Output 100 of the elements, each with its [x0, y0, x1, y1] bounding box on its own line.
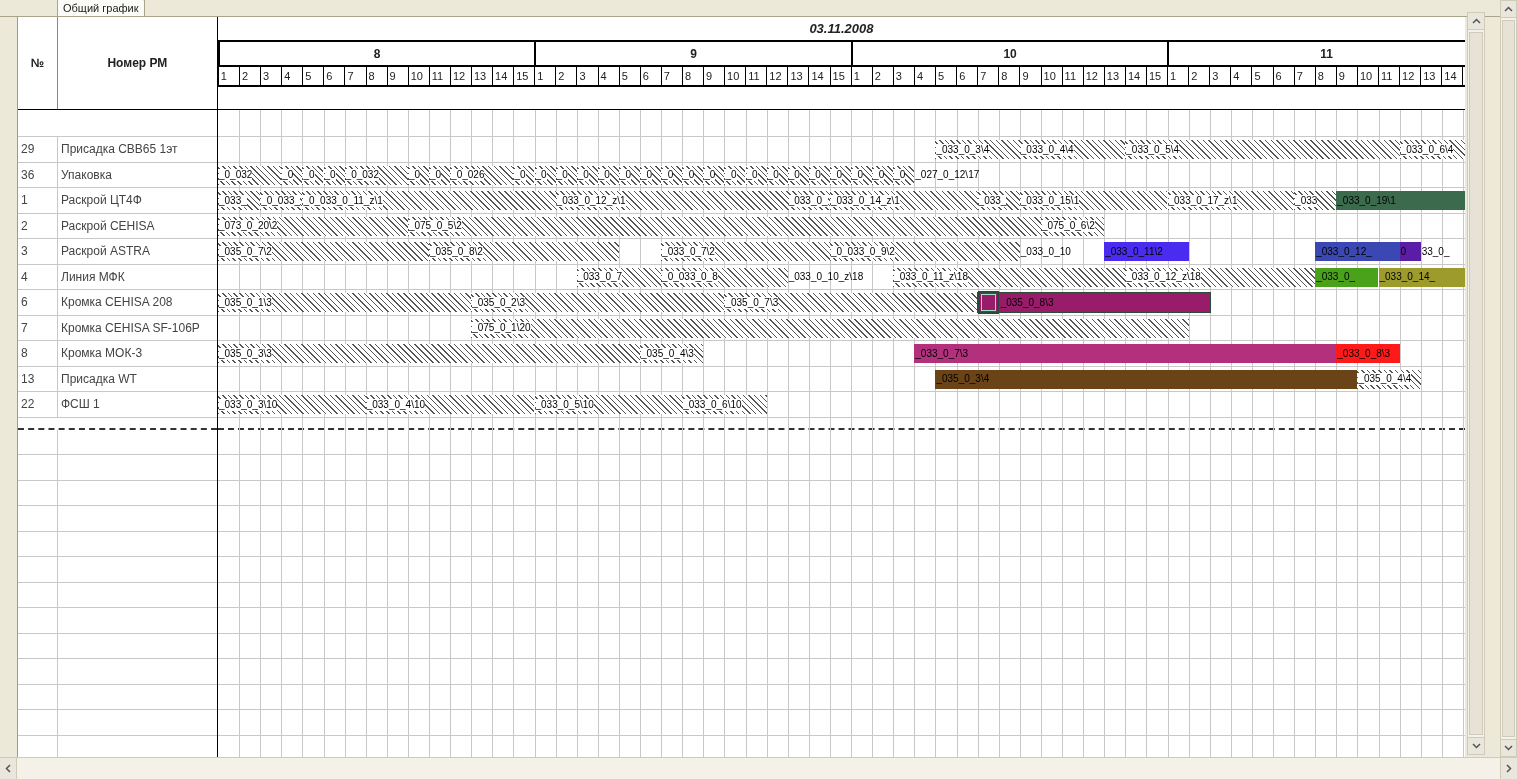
hatched-task-bar[interactable]: _0 [724, 165, 746, 185]
hatched-task-bar[interactable]: _0 [851, 165, 873, 185]
hatched-task-bar[interactable]: _0 [618, 165, 640, 185]
scroll-right-button[interactable] [1500, 758, 1517, 779]
hatched-task-bar[interactable]: _0 [534, 165, 556, 185]
slot-header: 13 [790, 70, 803, 82]
scroll-down-button[interactable] [1501, 739, 1516, 756]
row-number: 4 [21, 268, 28, 286]
horizontal-scrollbar[interactable] [0, 757, 1517, 779]
scroll-down-button[interactable] [1468, 737, 1484, 754]
row-number: 36 [21, 166, 35, 184]
hatched-task-bar[interactable]: _0_033_ [260, 191, 303, 210]
hatched-task-bar[interactable]: _033_0_5\10 [534, 395, 683, 414]
hatched-task-bar[interactable]: _033_0_7\2 [661, 242, 830, 261]
hatched-task-bar[interactable]: _033_0_14_z\1 [829, 191, 978, 210]
hatched-task-bar[interactable]: _0 [281, 165, 303, 185]
hatched-task-bar[interactable]: _0 [661, 165, 683, 185]
hatched-task-bar[interactable]: _0 [640, 165, 662, 185]
hatched-task-bar[interactable]: _033_0_12_z\18 [1125, 267, 1316, 287]
task-bar[interactable]: _033_0_ [1315, 267, 1379, 287]
hatched-task-bar[interactable]: _0_026 [450, 165, 514, 185]
task-label[interactable]: _027_0_12\17 [914, 165, 999, 185]
hatched-task-bar[interactable]: _035_0_7\2 [218, 242, 429, 261]
hatched-task-bar[interactable]: _035_0_4\4 [1357, 369, 1421, 389]
hatched-task-bar[interactable]: _0 [555, 165, 577, 185]
hatched-task-bar[interactable]: _035_0_1\3 [218, 293, 472, 312]
hatched-task-bar[interactable]: _0 [872, 165, 894, 185]
slot-header: 9 [706, 70, 713, 82]
slot-header: 1 [853, 70, 860, 82]
hatched-task-bar[interactable]: _033_0_3\4 [935, 140, 1020, 159]
hatched-task-bar[interactable]: _033_0_6\4 [1399, 140, 1465, 159]
hatched-task-bar[interactable]: _0 [597, 165, 619, 185]
hatched-task-bar[interactable]: _0 [407, 165, 429, 185]
hatched-task-bar[interactable]: _033_0_12_z\1 [555, 191, 788, 210]
hatched-task-bar[interactable]: _0 [682, 165, 704, 185]
task-bar[interactable]: _033_0_7\3 [914, 344, 1337, 363]
vertical-scrollbar[interactable] [1500, 0, 1517, 757]
task-bar[interactable]: _033_0_14_ [1378, 267, 1465, 287]
hatched-task-bar[interactable]: _033_0_6\10 [682, 395, 767, 414]
slot-header: 8 [368, 70, 375, 82]
hatched-task-bar[interactable]: _033_ [218, 191, 261, 210]
task-label[interactable]: _033_0_10_z\18 [787, 267, 894, 287]
hatched-task-bar[interactable]: _033 [1294, 191, 1337, 210]
slot-header: 9 [389, 70, 396, 82]
hatched-task-bar[interactable]: _0_033_0_11_z\1 [302, 191, 556, 210]
scrollbar-thumb[interactable] [1502, 20, 1515, 737]
hatched-task-bar[interactable]: _075_0_1\20 [471, 318, 1189, 338]
slot-header: 15 [1149, 70, 1162, 82]
workstation-name: ФСШ 1 [61, 396, 100, 414]
hatched-task-bar[interactable]: _0 [323, 165, 345, 185]
task-bar[interactable]: _033_0_8\3 [1336, 344, 1400, 363]
hatched-task-bar[interactable]: _033_0_ [787, 191, 830, 210]
hatched-task-bar[interactable]: _033_0_7 [576, 267, 662, 287]
hatched-task-bar[interactable]: _0 [302, 165, 324, 185]
hatched-task-bar[interactable]: _0_033_0_8 [661, 267, 788, 287]
slot-header: 11 [1381, 70, 1393, 82]
hatched-task-bar[interactable]: _033_0_3\10 [218, 395, 366, 414]
hatched-task-bar[interactable]: _0_032 [218, 165, 282, 185]
scrollbar-thumb[interactable] [1469, 32, 1483, 735]
hatched-task-bar[interactable]: _035_0_8\2 [429, 242, 619, 261]
hour-header: 8 [217, 42, 535, 65]
hatched-task-bar[interactable]: _0 [766, 165, 788, 185]
hatched-task-bar[interactable]: _033_0_4\4 [1019, 140, 1126, 159]
hatched-task-bar[interactable]: _0 [703, 165, 725, 185]
slot-header: 15 [516, 70, 529, 82]
hatched-task-bar[interactable]: _0 [787, 165, 809, 185]
hatched-task-bar[interactable]: _035_0_4\3 [640, 344, 704, 363]
slot-header: 8 [1317, 70, 1324, 82]
hatched-task-bar[interactable]: _0_033_0_9\2 [829, 242, 1020, 261]
hatched-task-bar[interactable]: _033_0_4\10 [365, 395, 535, 414]
hatched-task-bar[interactable]: _033_0_15\1 [1019, 191, 1168, 210]
hatched-task-bar[interactable]: _0 [808, 165, 830, 185]
hatched-task-bar[interactable]: _0 [513, 165, 535, 185]
slot-header: 15 [832, 70, 845, 82]
hatched-task-bar[interactable]: _035_0_7\3 [724, 293, 978, 312]
hatched-task-bar[interactable]: _033_0_5\4 [1125, 140, 1400, 159]
hatched-task-bar[interactable]: _0_032 [344, 165, 408, 185]
scroll-up-button[interactable] [1468, 13, 1484, 30]
hatched-task-bar[interactable]: _0 [745, 165, 767, 185]
hatched-task-bar[interactable]: _0 [429, 165, 451, 185]
vertical-scrollbar[interactable] [1467, 12, 1485, 755]
task-label[interactable]: _033_0_10 [1019, 242, 1105, 261]
task-label[interactable]: 33_0_ [1420, 242, 1465, 261]
hatched-task-bar[interactable]: _075_0_5\2 [407, 216, 1041, 236]
hatched-task-bar[interactable]: _033_0_11_z\18 [893, 267, 1126, 287]
hatched-task-bar[interactable]: _073_0_20\2 [218, 216, 408, 236]
hatched-task-bar[interactable]: _035_0_3\3 [218, 344, 640, 363]
hatched-task-bar[interactable]: _0 [829, 165, 851, 185]
hatched-task-bar[interactable]: _035_0_2\3 [471, 293, 725, 312]
slot-header: 14 [1127, 70, 1141, 82]
hatched-task-bar[interactable]: _033_ [977, 191, 1020, 210]
tab[interactable]: Общий график [57, 0, 145, 16]
slot-header: 4 [600, 70, 607, 82]
hatched-task-bar[interactable]: _0 [893, 165, 915, 185]
hatched-task-bar[interactable]: _033_0_17_z\1 [1167, 191, 1295, 210]
slot-header: 1 [537, 70, 544, 82]
hatched-task-bar[interactable]: _0 [576, 165, 598, 185]
scroll-up-button[interactable] [1501, 1, 1516, 18]
hatched-task-bar[interactable]: _075_0_6\2 [1040, 216, 1105, 236]
scroll-left-button[interactable] [0, 758, 17, 779]
